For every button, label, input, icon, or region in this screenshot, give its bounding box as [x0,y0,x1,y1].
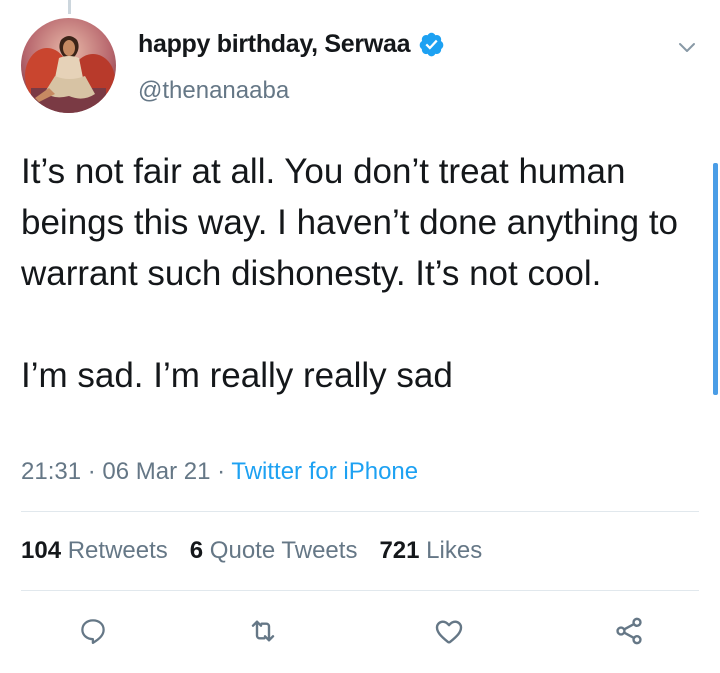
tweet-paragraph: It’s not fair at all. You don’t treat hu… [21,152,679,293]
tweet-date[interactable]: 06 Mar 21 [102,458,210,485]
retweet-button[interactable] [245,613,281,649]
share-icon [616,617,642,645]
like-icon [435,620,463,644]
thread-connector-line [68,0,71,14]
quote-tweets-label: Quote Tweets [209,537,358,564]
user-handle[interactable]: @thenanaaba [138,77,289,105]
like-button[interactable] [431,613,467,649]
quote-tweets-count: 6 [189,537,204,564]
retweets-label: Retweets [67,537,168,564]
avatar[interactable] [21,18,116,113]
retweet-icon [251,620,275,642]
meta-separator: · [81,458,103,485]
quote-tweets-stat[interactable]: 6 Quote Tweets [190,537,358,565]
share-button[interactable] [611,613,647,649]
reply-icon [81,619,105,644]
retweets-count: 104 [21,537,62,564]
user-name-row[interactable]: happy birthday, Serwaa [138,30,445,59]
tweet-text: It’s not fair at all. You don’t treat hu… [21,146,711,401]
tweet-source-link[interactable]: Twitter for iPhone [231,458,418,485]
divider [21,590,699,591]
likes-count: 721 [379,537,420,564]
scrollbar[interactable] [713,163,718,395]
tweet-time[interactable]: 21:31 [21,458,81,485]
chevron-down-icon[interactable] [676,36,698,58]
likes-stat[interactable]: 721 Likes [379,537,482,565]
tweet-paragraph: I’m sad. I’m really really sad [21,356,453,395]
divider [21,511,699,512]
tweet-meta: 21:31 · 06 Mar 21 · Twitter for iPhone [21,458,418,486]
meta-separator: · [210,458,232,485]
reply-button[interactable] [75,613,111,649]
action-bar [0,613,720,653]
engagement-stats: 104 Retweets 6 Quote Tweets 721 Likes [21,537,482,565]
avatar-photo [21,18,116,113]
retweets-stat[interactable]: 104 Retweets [21,537,168,565]
display-name[interactable]: happy birthday, Serwaa [138,30,410,59]
verified-badge-icon [418,31,445,58]
likes-label: Likes [426,537,483,564]
